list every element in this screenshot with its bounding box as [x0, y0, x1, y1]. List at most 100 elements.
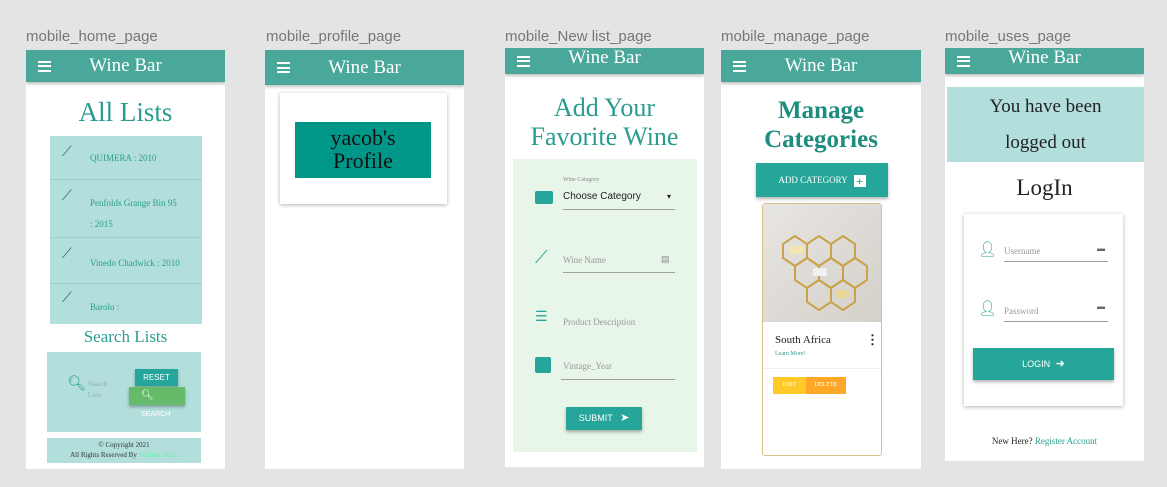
edit-button[interactable]: EDIT	[773, 377, 806, 394]
username-input[interactable]: Username	[1004, 246, 1040, 256]
send-icon: ➤	[620, 412, 630, 424]
search-input[interactable]: Search Lists	[88, 379, 118, 401]
profile-title: yacob's Profile	[295, 122, 431, 178]
logout-banner: You have been logged out	[947, 87, 1144, 162]
learn-more-link[interactable]: Learn More!	[775, 351, 805, 357]
app-title: Wine Bar	[784, 55, 858, 76]
list-item[interactable]: ⟋ Vinedo Chadwick : 2010	[50, 238, 202, 284]
list-item-label: Vinedo Chadwick : 2010	[90, 258, 180, 268]
profile-title-line1: yacob's	[330, 125, 396, 150]
submit-label: SUBMIT	[578, 413, 613, 423]
menu-icon[interactable]	[277, 62, 290, 73]
field-underline	[561, 379, 675, 380]
app-bar: Wine Bar	[26, 50, 225, 82]
page-title: All Lists	[78, 97, 173, 127]
plus-square-icon: +	[853, 174, 866, 187]
more-vert-icon[interactable]: ⋮	[866, 332, 879, 348]
field-underline	[563, 272, 675, 273]
footer: © Copyright 2021 All Rights Reserved By …	[47, 438, 201, 463]
delete-button[interactable]: DELETE	[806, 377, 846, 394]
id-card-icon: ▤	[661, 254, 670, 264]
wine-bottle-icon: ⟋	[62, 145, 72, 160]
folder-icon	[535, 191, 553, 204]
wine-bottle-icon: ⟋	[535, 247, 548, 267]
frame-label-manage: mobile_manage_page	[721, 28, 870, 45]
keyboard-icon: ▬	[1097, 302, 1105, 311]
page-title: Manage Categories	[721, 96, 921, 154]
wine-bottle-icon: ⟋	[62, 291, 72, 306]
wine-name-input[interactable]: Wine Name	[563, 255, 606, 265]
submit-button[interactable]: SUBMIT ➤	[566, 407, 642, 430]
page-title-line1: Manage	[777, 97, 865, 124]
search-panel: 🔍︎ Search Lists RESET 🔍︎ SEARCH	[47, 352, 201, 432]
align-left-icon: ☰	[535, 309, 548, 325]
copyright-text: © Copyright 2021	[98, 441, 150, 449]
description-input[interactable]: Product Description	[563, 317, 635, 327]
search-button-label: SEARCH	[141, 411, 171, 418]
year-input[interactable]: Vintage_Year	[563, 361, 612, 371]
app-bar: Wine Bar	[721, 50, 921, 82]
app-title: Wine Bar	[328, 56, 401, 78]
frame-label-profile: mobile_profile_page	[266, 28, 402, 45]
app-title: Wine Bar	[568, 48, 641, 68]
rights-text: All Rights Reserved By Yoolina Desta	[47, 450, 201, 460]
list-item[interactable]: ⟋ Barolo :	[50, 284, 202, 324]
field-underline	[1004, 261, 1108, 262]
page-title-line2: Favorite Wine	[530, 122, 679, 151]
list-item[interactable]: ⟋ Penfolds Grange Bin 95 : 2015	[50, 180, 202, 238]
field-underline	[563, 209, 675, 210]
category-card: South Africa ⋮ Learn More! EDIT DELETE	[762, 203, 882, 456]
wine-bottle-icon: ⟋	[62, 189, 72, 204]
register-row: New Here? Register Account	[945, 436, 1144, 446]
list-item[interactable]: ⟋ QUIMERA : 2010	[50, 136, 202, 180]
app-title: Wine Bar	[89, 55, 162, 76]
search-heading: Search Lists	[83, 327, 168, 346]
add-category-button[interactable]: ADD CATEGORY +	[756, 163, 888, 197]
rights-prefix: All Rights Reserved By	[70, 451, 137, 459]
login-title: LogIn	[1016, 175, 1073, 200]
newlist-screen: Wine Bar Add Your Favorite Wine Wine Cat…	[505, 48, 704, 467]
register-link[interactable]: Register Account	[1035, 436, 1097, 446]
reset-button[interactable]: RESET	[135, 369, 178, 386]
menu-icon[interactable]	[517, 55, 530, 67]
page-title-line1: Add Your	[553, 93, 656, 122]
list-item-label: Penfolds Grange Bin 95	[90, 198, 177, 208]
category-label: Wine Category	[563, 177, 600, 183]
password-input[interactable]: Password	[1004, 306, 1039, 316]
manage-screen: Wine Bar Manage Categories ADD CATEGORY …	[721, 50, 921, 469]
author-link[interactable]: Yoolina Desta	[138, 451, 178, 459]
new-here-text: New Here?	[991, 436, 1033, 446]
login-button[interactable]: LOGIN ➜	[973, 348, 1114, 380]
user-lock-icon: 👤︎	[978, 301, 998, 317]
menu-icon[interactable]	[38, 60, 51, 72]
logout-line1: You have been	[989, 96, 1102, 117]
uses-screen: Wine Bar You have been logged out LogIn …	[945, 48, 1144, 461]
search-button[interactable]: 🔍︎	[129, 387, 185, 405]
wine-rack-image	[782, 234, 868, 312]
login-card: 👤︎ Username ▬ 👤︎ Password ▬ LOGIN ➜	[964, 214, 1123, 406]
login-label: LOGIN	[1022, 359, 1051, 369]
wine-form: Wine Category Choose Category ▾ ⟋ Wine N…	[513, 159, 697, 452]
profile-title-line2: Profile	[333, 148, 393, 173]
menu-icon[interactable]	[957, 55, 970, 67]
frame-label-uses: mobile_uses_page	[945, 28, 1071, 45]
menu-icon[interactable]	[733, 60, 746, 72]
add-category-label: ADD CATEGORY	[778, 175, 848, 185]
card-title: South Africa	[775, 334, 831, 346]
card-image	[763, 204, 881, 322]
app-bar: Wine Bar	[265, 50, 464, 85]
app-bar: Wine Bar	[945, 48, 1144, 74]
category-select[interactable]: Choose Category	[563, 191, 641, 202]
logout-line2: logged out	[1005, 132, 1086, 153]
wine-list: ⟋ QUIMERA : 2010 ⟋ Penfolds Grange Bin 9…	[50, 136, 202, 324]
app-bar: Wine Bar	[505, 48, 704, 74]
caret-down-icon: ▾	[667, 192, 672, 201]
list-item-label: : 2015	[90, 219, 113, 229]
profile-screen: Wine Bar yacob's Profile	[265, 50, 464, 469]
frame-label-home: mobile_home_page	[26, 28, 158, 45]
keyboard-icon: ▬	[1097, 244, 1105, 253]
frame-label-newlist: mobile_New list_page	[505, 28, 652, 45]
card-divider	[763, 368, 881, 369]
app-title: Wine Bar	[1008, 48, 1081, 68]
profile-card: yacob's Profile	[280, 93, 447, 204]
